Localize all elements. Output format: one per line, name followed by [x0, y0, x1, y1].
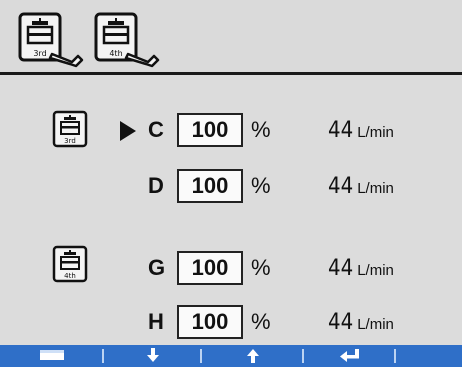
percent-unit: %: [251, 173, 271, 198]
softkey-down[interactable]: [104, 345, 202, 367]
arrow-up-icon: [247, 349, 259, 363]
softkey-blank[interactable]: [396, 345, 462, 367]
header-divider: [0, 72, 462, 75]
flow-row-h[interactable]: H 100 % 44 L/min: [0, 305, 462, 345]
channel-letter: G: [148, 255, 166, 280]
flow-row-g[interactable]: G 100 % 44 L/min: [0, 251, 462, 291]
percent-unit: %: [251, 309, 271, 334]
dispenser-4th-settings-button[interactable]: 4th: [92, 12, 162, 68]
svg-text:4th: 4th: [109, 49, 122, 58]
dispenser-wrench-3rd-icon: 3rd: [18, 12, 84, 68]
selection-cursor-icon: [120, 121, 136, 141]
percent-input-g[interactable]: 100: [177, 251, 243, 285]
flow-row-c[interactable]: C 100 % 44 L/min: [0, 113, 462, 153]
channel-letter: C: [148, 117, 164, 142]
enter-icon: [340, 349, 359, 362]
softkey-enter[interactable]: [304, 345, 396, 367]
flow-readout: 44 L/min: [328, 256, 394, 281]
channel-letter: D: [148, 173, 164, 198]
arrow-down-icon: [147, 348, 159, 362]
flow-readout: 44 L/min: [328, 174, 394, 199]
dispenser-wrench-4th-icon: 4th: [94, 12, 160, 68]
channel-letter: H: [148, 309, 164, 334]
dispenser-3rd-settings-button[interactable]: 3rd: [16, 12, 86, 68]
flow-row-d[interactable]: D 100 % 44 L/min: [0, 169, 462, 209]
percent-input-h[interactable]: 100: [177, 305, 243, 339]
flow-readout: 44 L/min: [328, 118, 394, 143]
svg-text:3rd: 3rd: [33, 49, 46, 58]
screen-icon: [40, 350, 64, 360]
percent-input-d[interactable]: 100: [177, 169, 243, 203]
percent-input-c[interactable]: 100: [177, 113, 243, 147]
softkey-up[interactable]: [202, 345, 304, 367]
softkey-bar: [0, 345, 462, 367]
header-bar: 3rd 4th: [0, 0, 462, 72]
percent-unit: %: [251, 255, 271, 280]
monitor-screen: 3rd 4th 3rd C 100 % 44 L/min D 100 % 44 …: [0, 0, 462, 367]
percent-unit: %: [251, 117, 271, 142]
flow-readout: 44 L/min: [328, 310, 394, 335]
softkey-screen[interactable]: [0, 345, 104, 367]
